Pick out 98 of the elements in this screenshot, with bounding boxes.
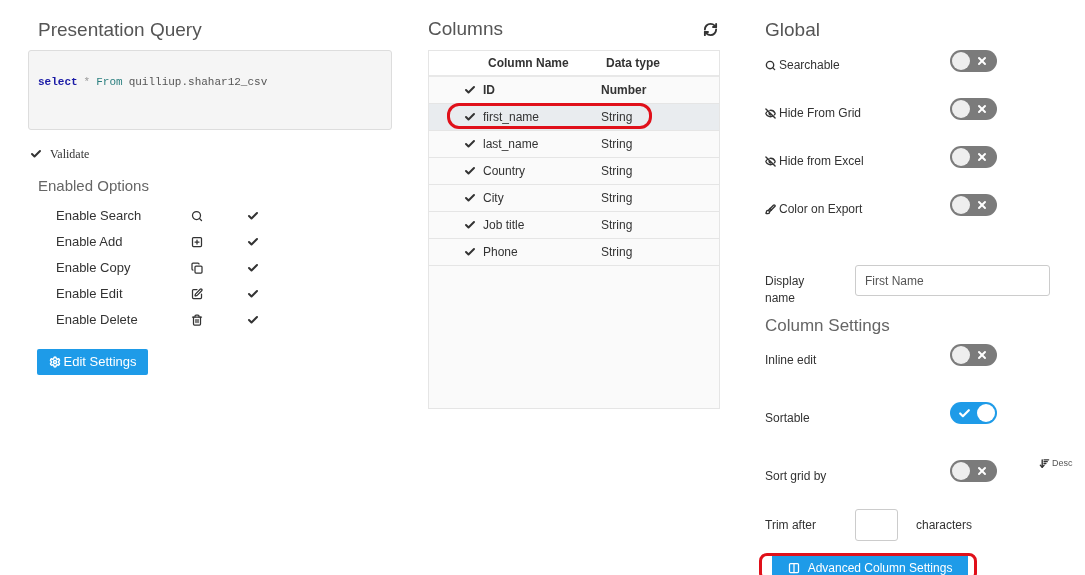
close-icon: [976, 103, 988, 115]
copy-icon: [191, 262, 203, 274]
query-token: *: [83, 74, 91, 90]
toggle-switch[interactable]: [950, 98, 997, 120]
toggle-knob: [952, 52, 970, 70]
trim-length-field[interactable]: [855, 509, 898, 541]
setting-label: Sort grid by: [765, 468, 828, 485]
table-row[interactable]: Country String: [429, 158, 719, 185]
search-icon: [191, 210, 203, 222]
toggle-knob: [952, 462, 970, 480]
edit-icon: [191, 288, 203, 300]
setting-label: Hide from Excel: [779, 153, 864, 170]
toggle-switch[interactable]: [950, 146, 997, 168]
refresh-icon[interactable]: [703, 21, 718, 37]
gears-icon: [48, 356, 61, 368]
setting-label: Sortable: [765, 410, 811, 427]
table-cell-text: String: [601, 136, 633, 153]
table-row[interactable]: City String: [429, 185, 719, 212]
table-cell-text: ID: [483, 82, 496, 99]
table-cell-text: City: [483, 190, 505, 207]
toggle-knob: [952, 196, 970, 214]
table-cell-text: String: [601, 163, 633, 180]
columns-icon: [787, 561, 800, 574]
close-icon: [976, 199, 988, 211]
trash-icon: [191, 314, 203, 326]
check-icon: [247, 236, 259, 248]
section-title: Enabled Options: [38, 176, 150, 195]
check-icon[interactable]: [464, 84, 476, 96]
close-icon: [976, 55, 988, 67]
table-row[interactable]: Phone String: [429, 239, 719, 266]
query-token: quilliup.shahar12_csv: [128, 74, 268, 90]
table-cell-text: Number: [601, 82, 647, 99]
check-icon[interactable]: [30, 148, 42, 160]
check-icon[interactable]: [464, 165, 476, 177]
toggle-knob: [977, 404, 995, 422]
setting-label: Searchable: [779, 57, 840, 74]
column-header: Data type: [606, 55, 661, 72]
table-cell-text: Job title: [483, 217, 526, 234]
sort-order-label[interactable]: Desc: [1052, 457, 1073, 471]
check-icon[interactable]: [464, 111, 476, 123]
sort-icon[interactable]: [1039, 458, 1050, 470]
query-token: From: [96, 74, 123, 90]
validate-link[interactable]: Validate: [50, 145, 90, 163]
panel-title: Global: [765, 18, 821, 42]
check-icon: [247, 210, 259, 222]
field-label: Display name: [765, 273, 806, 307]
search-icon: [765, 59, 776, 71]
query-token: select: [38, 74, 78, 90]
table-row[interactable]: Job title String: [429, 212, 719, 239]
panel-title: Presentation Query: [38, 18, 203, 42]
panel-title: Columns: [428, 16, 503, 41]
close-icon: [976, 349, 988, 361]
setting-label: Inline edit: [765, 352, 818, 369]
toggle-switch[interactable]: [950, 194, 997, 216]
close-icon: [976, 465, 988, 477]
table-row[interactable]: first_name String: [429, 104, 719, 131]
table-cell-text: last_name: [483, 136, 540, 153]
eye-slash-icon: [765, 107, 776, 119]
table-cell-text: String: [601, 190, 633, 207]
check-icon: [958, 406, 971, 420]
close-icon: [976, 151, 988, 163]
section-title: Column Settings: [765, 315, 891, 337]
table-cell-text: String: [601, 109, 633, 126]
option-label: Enable Edit: [56, 285, 124, 304]
setting-label: Hide From Grid: [779, 105, 861, 122]
table-cell-text: String: [601, 217, 633, 234]
table-cell-text: Phone: [483, 244, 519, 261]
check-icon[interactable]: [464, 246, 476, 258]
table-cell-text: first_name: [483, 109, 541, 126]
option-label: Enable Copy: [56, 259, 132, 278]
column-header: Column Name: [488, 55, 570, 72]
toggle-switch[interactable]: [950, 344, 997, 366]
check-icon: [247, 288, 259, 300]
setting-label: Color on Export: [779, 201, 863, 218]
brush-icon: [765, 203, 776, 215]
check-icon: [247, 314, 259, 326]
toggle-switch[interactable]: [950, 460, 997, 482]
plus-square-icon: [191, 236, 203, 248]
check-icon: [247, 262, 259, 274]
field-suffix: characters: [916, 517, 973, 534]
display-name-field[interactable]: First Name: [855, 265, 1050, 296]
toggle-switch[interactable]: [950, 50, 997, 72]
toggle-switch[interactable]: [950, 402, 997, 424]
field-label: Trim after: [765, 517, 817, 534]
toggle-knob: [952, 148, 970, 166]
check-icon[interactable]: [464, 138, 476, 150]
eye-slash-icon: [765, 155, 776, 167]
table-cell-text: String: [601, 244, 633, 261]
option-label: Enable Delete: [56, 311, 139, 330]
toggle-knob: [952, 346, 970, 364]
check-icon[interactable]: [464, 192, 476, 204]
table-cell-text: Country: [483, 163, 527, 180]
query-editor[interactable]: select * From quilliup.shahar12_csv: [28, 50, 392, 130]
check-icon[interactable]: [464, 219, 476, 231]
toggle-knob: [952, 100, 970, 118]
option-label: Enable Search: [56, 207, 143, 226]
option-label: Enable Add: [56, 233, 124, 252]
table-row[interactable]: last_name String: [429, 131, 719, 158]
